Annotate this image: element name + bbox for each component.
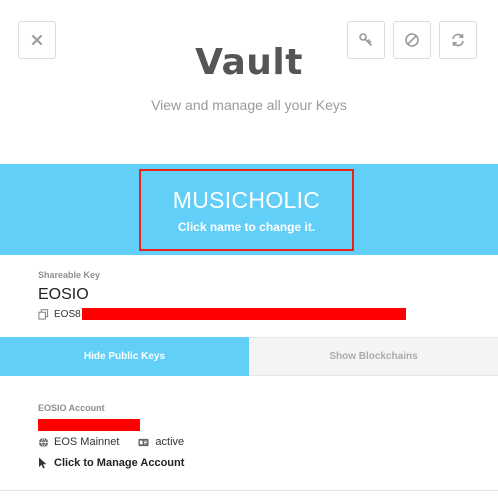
cursor-icon bbox=[39, 457, 47, 469]
identity-name[interactable]: MUSICHOLIC bbox=[173, 187, 320, 214]
identity-hint: Click name to change it. bbox=[177, 219, 316, 234]
account-name-redaction bbox=[38, 419, 140, 431]
account-section-label: EOSIO Account bbox=[38, 403, 105, 413]
tab-bar: Hide Public Keys Show Blockchains bbox=[0, 337, 498, 376]
tab-hide-public-keys[interactable]: Hide Public Keys bbox=[0, 337, 249, 376]
network-name: EOS Mainnet bbox=[54, 436, 120, 448]
copy-icon[interactable] bbox=[38, 308, 49, 320]
shareable-key-section: Shareable Key EOSIO EOS8 bbox=[38, 270, 478, 321]
public-key-row[interactable]: EOS8 bbox=[38, 307, 478, 321]
account-section: EOSIO Account EOS Mainnet active Click t… bbox=[38, 403, 478, 469]
identity-name-box[interactable]: MUSICHOLIC Click name to change it. bbox=[139, 169, 354, 251]
page-title: Vault bbox=[195, 42, 303, 83]
public-key-redaction bbox=[81, 308, 406, 320]
divider bbox=[0, 490, 498, 491]
manage-account-link[interactable]: Click to Manage Account bbox=[38, 457, 478, 469]
globe-icon bbox=[38, 437, 49, 447]
account-meta-row: EOS Mainnet active bbox=[38, 436, 478, 448]
identity-banner: MUSICHOLIC Click name to change it. bbox=[0, 164, 498, 255]
shareable-key-label: Shareable Key bbox=[38, 270, 101, 280]
tab-show-blockchains[interactable]: Show Blockchains bbox=[249, 337, 498, 376]
account-name-row bbox=[38, 418, 478, 431]
public-key-prefix: EOS8 bbox=[54, 308, 81, 320]
key-name: EOSIO bbox=[38, 286, 89, 303]
manage-account-label[interactable]: Click to Manage Account bbox=[54, 457, 184, 469]
page-subtitle: View and manage all your Keys bbox=[151, 97, 347, 113]
permission-name: active bbox=[155, 436, 185, 448]
id-card-icon bbox=[138, 438, 149, 446]
